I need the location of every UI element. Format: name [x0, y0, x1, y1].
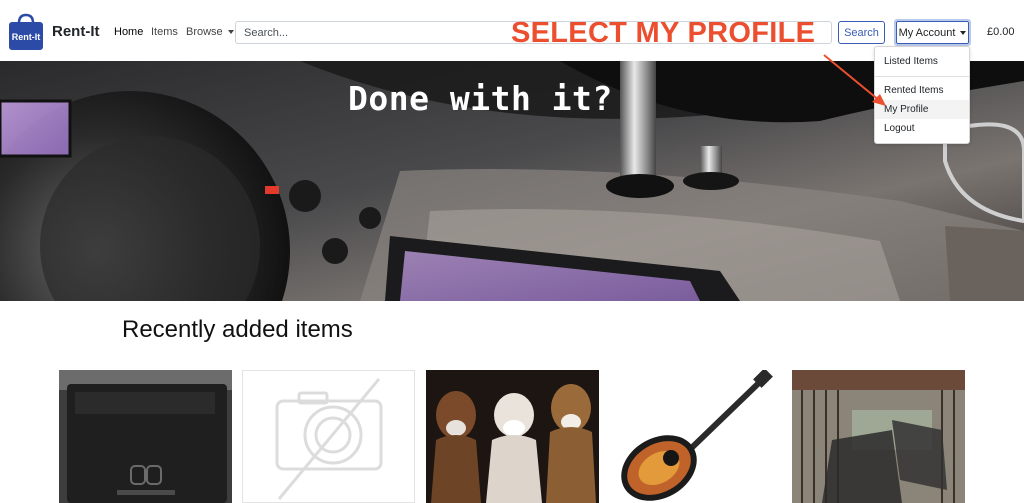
search-button[interactable]: Search: [838, 21, 885, 44]
acoustic-guitar-image: [609, 370, 782, 503]
item-card[interactable]: [59, 370, 232, 503]
recently-added-heading: Recently added items: [122, 316, 353, 343]
balcony-chairs-image: [792, 370, 965, 503]
my-account-button[interactable]: My Account: [894, 19, 971, 46]
item-card[interactable]: [609, 370, 782, 503]
logo-text: Rent-It: [12, 32, 41, 42]
menu-item-logout[interactable]: Logout: [875, 119, 969, 138]
nav-browse-dropdown[interactable]: Browse: [186, 26, 234, 38]
game-console-dock-image: [59, 370, 232, 503]
item-card[interactable]: [426, 370, 599, 503]
cart-total[interactable]: £0.00: [987, 26, 1015, 38]
no-image-camera-icon: [243, 371, 414, 502]
three-dogs-image: [426, 370, 599, 503]
instruction-annotation: SELECT MY PROFILE: [511, 17, 816, 49]
rent-it-logo[interactable]: Rent-It: [8, 13, 44, 51]
focus-ring: [896, 21, 969, 44]
annotation-arrow-icon: [823, 54, 886, 106]
item-card[interactable]: [792, 370, 965, 503]
nav-items-link[interactable]: Items: [151, 26, 178, 38]
hero-title: Done with it?: [348, 79, 613, 118]
brand-name[interactable]: Rent-It: [52, 23, 100, 40]
nav-browse-label: Browse: [186, 26, 223, 38]
caret-down-icon: [227, 30, 234, 35]
nav-home-link[interactable]: Home: [114, 26, 143, 38]
item-card[interactable]: [242, 370, 415, 503]
